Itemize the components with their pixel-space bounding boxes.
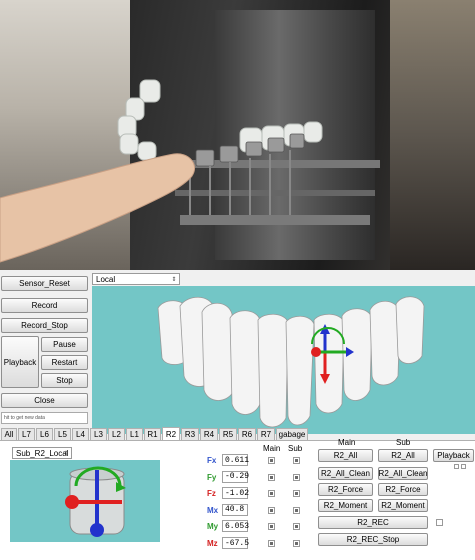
playback-option-b[interactable] [461, 464, 466, 469]
r2-all-clean-button[interactable]: R2_All_Clean [318, 467, 373, 480]
photo-overlay [0, 79, 323, 263]
tab-l6[interactable]: L6 [36, 428, 53, 440]
main-column-header: Main [263, 444, 281, 453]
r2-moment-sub-button[interactable]: R2_Moment [378, 499, 428, 512]
reading-value-my: 6.053 [222, 520, 249, 533]
teeth-3d-render [157, 296, 425, 428]
tab-r1[interactable]: R1 [144, 428, 161, 440]
single-tooth-viewport[interactable] [10, 460, 160, 542]
tab-l2[interactable]: L2 [108, 428, 125, 440]
sub-checkbox-my[interactable] [293, 523, 300, 531]
single-tooth-render [65, 466, 126, 537]
reading-label-my: My [207, 522, 219, 532]
reading-value-fy: -0.29 [222, 470, 249, 483]
reading-label-fz: Fz [207, 489, 216, 499]
tooth [229, 310, 261, 415]
main-checkbox-mx[interactable] [268, 506, 275, 514]
reading-label-mx: Mx [207, 505, 219, 515]
r2-force-sub-button[interactable]: R2_Force [378, 483, 428, 496]
reading-label-fy: Fy [207, 472, 217, 482]
r2-force-button[interactable]: R2_Force [318, 483, 373, 496]
r2-rec-stop-button[interactable]: R2_REC_Stop [318, 533, 428, 546]
tab-gabage[interactable]: gabage [276, 428, 308, 440]
axis-x-head [65, 495, 79, 509]
r2-all-button[interactable]: R2_All [318, 449, 373, 462]
view-select[interactable]: Local ⇕ [92, 273, 180, 285]
actions-main-header: Main [338, 438, 356, 447]
sub-checkbox-mx[interactable] [293, 506, 300, 514]
pause-button[interactable]: Pause [41, 337, 88, 352]
reading-value-mx: 40.8 [222, 503, 248, 516]
r2-moment-button[interactable]: R2_Moment [318, 499, 373, 512]
tab-l5[interactable]: L5 [54, 428, 71, 440]
sensor-app-window: Sensor_Reset Record Record_Stop Playback… [0, 270, 475, 560]
main-checkbox-my[interactable] [268, 523, 275, 531]
finger [0, 153, 196, 263]
sensor-reset-button[interactable]: Sensor_Reset [1, 276, 88, 291]
camera-photo [0, 0, 475, 270]
sub-view-select-value: Sub_R2_Local [16, 448, 69, 458]
updown-arrow-icon: ⇕ [63, 451, 69, 457]
main-checkbox-fx[interactable] [268, 457, 275, 464]
view-select-value: Local [96, 274, 116, 284]
reading-label-fx: Fx [207, 456, 217, 465]
tab-l3[interactable]: L3 [90, 428, 107, 440]
main-checkbox-fy[interactable] [268, 473, 275, 481]
reading-label-mz: Mz [207, 539, 218, 548]
tab-l1[interactable]: L1 [126, 428, 143, 440]
tab-r7[interactable]: R7 [257, 428, 275, 440]
tab-r5[interactable]: R5 [219, 428, 237, 440]
sub-column-header: Sub [288, 444, 303, 453]
sub-checkbox-mz[interactable] [293, 540, 300, 547]
reading-value-mz: -67.5 [222, 537, 249, 549]
sub-checkbox-fz[interactable] [293, 490, 300, 498]
rec-checkbox[interactable] [436, 519, 443, 526]
sub-checkbox-fx[interactable] [293, 457, 300, 464]
updown-arrow-icon: ⇕ [171, 277, 177, 283]
restart-button[interactable]: Restart [41, 355, 88, 370]
sub-checkbox-fy[interactable] [293, 473, 300, 481]
status-field: hit to get new data [1, 412, 88, 424]
tooth [313, 313, 345, 414]
reading-value-fx: 0.611 [222, 454, 249, 466]
tooth [285, 315, 315, 426]
tooth [201, 302, 235, 401]
tab-r4[interactable]: R4 [200, 428, 218, 440]
playback-button[interactable]: Playback [1, 336, 39, 388]
tooth [257, 313, 289, 428]
teeth-3d-viewport[interactable] [92, 286, 475, 434]
main-checkbox-mz[interactable] [268, 540, 275, 547]
tooth [369, 300, 401, 386]
axis-z-head [90, 523, 104, 537]
playback-sub-button[interactable]: Playback [433, 449, 474, 462]
playback-option-a[interactable] [454, 464, 459, 469]
tab-r6[interactable]: R6 [238, 428, 256, 440]
tab-all[interactable]: All [1, 428, 17, 440]
stop-button[interactable]: Stop [41, 373, 88, 388]
tab-l4[interactable]: L4 [72, 428, 89, 440]
actions-sub-header: Sub [396, 438, 411, 447]
tab-r2[interactable]: R2 [162, 427, 180, 440]
r2-rec-button[interactable]: R2_REC [318, 516, 428, 529]
tooth [395, 296, 425, 364]
reading-value-fz: -1.02 [222, 487, 249, 500]
tab-l7[interactable]: L7 [18, 428, 35, 440]
sub-view-select[interactable]: Sub_R2_Local ⇕ [12, 447, 72, 459]
close-button[interactable]: Close [1, 393, 88, 408]
record-button[interactable]: Record [1, 298, 88, 313]
main-checkbox-fz[interactable] [268, 490, 275, 498]
record-stop-button[interactable]: Record_Stop [1, 318, 88, 333]
r2-all-clean-sub-button[interactable]: R2_All_Clean [378, 467, 428, 480]
r2-all-sub-button[interactable]: R2_All [378, 449, 428, 462]
tab-r3[interactable]: R3 [181, 428, 199, 440]
